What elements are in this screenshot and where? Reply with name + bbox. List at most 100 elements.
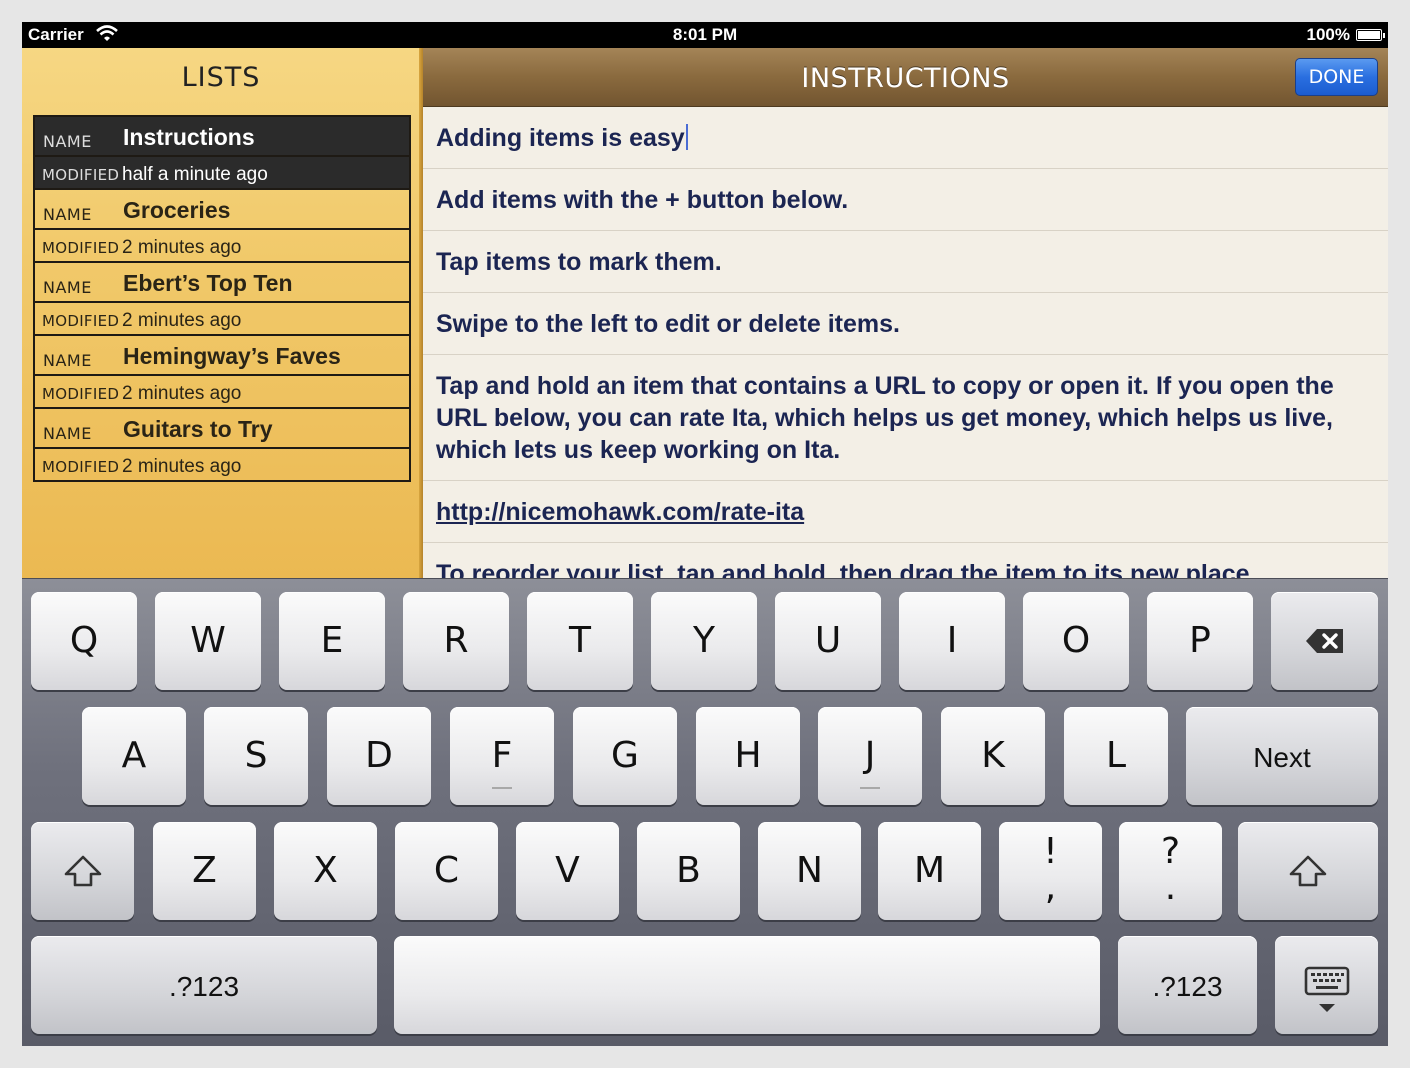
list-item-eberts-top-ten[interactable]: NAME Ebert’s Top Ten MODIFIED 2 minutes … xyxy=(33,261,411,336)
shift-icon xyxy=(31,822,134,887)
list-name: Ebert’s Top Ten xyxy=(123,270,293,296)
numbers-label: .?123 xyxy=(1152,971,1223,1002)
key-o[interactable]: O xyxy=(1023,592,1129,690)
lists-list: NAME Instructions MODIFIED half a minute… xyxy=(33,115,411,482)
backspace-key[interactable] xyxy=(1271,592,1378,690)
lists-panel: LISTS NAME Instructions MODIFIED half a … xyxy=(22,48,423,578)
list-name: Hemingway’s Faves xyxy=(123,343,341,369)
key-question-period[interactable]: ? . xyxy=(1119,822,1222,920)
item-text: Add items with the + button below. xyxy=(436,186,849,214)
key-bottom-label: , xyxy=(1044,867,1057,908)
backspace-icon xyxy=(1271,592,1378,654)
name-label: NAME xyxy=(43,424,92,443)
page-title: INSTRUCTIONS xyxy=(801,63,1010,94)
key-j[interactable]: J xyxy=(818,707,922,805)
list-item[interactable]: Swipe to the left to edit or delete item… xyxy=(423,293,1388,355)
home-row-bump xyxy=(860,787,880,789)
modified-label: MODIFIED xyxy=(42,166,120,184)
shift-key-right[interactable] xyxy=(1238,822,1378,920)
home-row-bump xyxy=(492,787,512,789)
numbers-key-right[interactable]: .?123 xyxy=(1118,936,1257,1034)
modified-label: MODIFIED xyxy=(42,458,120,476)
space-bar[interactable] xyxy=(394,936,1100,1034)
text-cursor xyxy=(685,124,688,150)
list-item[interactable]: Tap items to mark them. xyxy=(423,231,1388,293)
key-bottom-label: . xyxy=(1164,867,1177,908)
key-r[interactable]: R xyxy=(403,592,509,690)
list-modified: 2 minutes ago xyxy=(122,237,242,258)
key-y[interactable]: Y xyxy=(651,592,757,690)
list-item[interactable]: Add items with the + button below. xyxy=(423,169,1388,231)
status-bar: Carrier 8:01 PM 100% xyxy=(22,22,1388,48)
next-key[interactable]: Next xyxy=(1186,707,1378,805)
key-v[interactable]: V xyxy=(516,822,619,920)
key-i[interactable]: I xyxy=(899,592,1005,690)
key-f[interactable]: F xyxy=(450,707,554,805)
numbers-label: .?123 xyxy=(168,971,240,1002)
numbers-key-left[interactable]: .?123 xyxy=(31,936,377,1034)
key-x[interactable]: X xyxy=(274,822,377,920)
keyboard-dismiss-icon xyxy=(1275,936,1378,1016)
list-item[interactable]: Tap and hold an item that contains a URL… xyxy=(423,355,1388,481)
key-z[interactable]: Z xyxy=(153,822,256,920)
ipad-screen: Carrier 8:01 PM 100% LISTS NAME Instruct… xyxy=(22,22,1388,1046)
list-modified: 2 minutes ago xyxy=(122,310,242,331)
done-button[interactable]: DONE xyxy=(1295,58,1378,96)
modified-label: MODIFIED xyxy=(42,385,120,403)
key-a[interactable]: A xyxy=(82,707,186,805)
item-text: Tap and hold an item that contains a URL… xyxy=(436,372,1334,464)
list-name: Instructions xyxy=(123,124,255,150)
key-exclamation-comma[interactable]: ! , xyxy=(999,822,1102,920)
clock: 8:01 PM xyxy=(672,25,738,44)
item-text-input[interactable]: Adding items is easy xyxy=(436,124,685,152)
key-d[interactable]: D xyxy=(327,707,431,805)
list-item-guitars-to-try[interactable]: NAME Guitars to Try MODIFIED 2 minutes a… xyxy=(33,407,411,482)
key-k[interactable]: K xyxy=(941,707,1045,805)
key-label: J xyxy=(864,735,876,776)
list-name: Groceries xyxy=(123,197,231,223)
name-label: NAME xyxy=(43,351,92,370)
list-item-groceries[interactable]: NAME Groceries MODIFIED 2 minutes ago xyxy=(33,188,411,263)
detail-panel: INSTRUCTIONS DONE Adding items is easy A… xyxy=(423,48,1388,578)
list-item-editing[interactable]: Adding items is easy xyxy=(423,107,1388,169)
key-p[interactable]: P xyxy=(1147,592,1253,690)
key-h[interactable]: H xyxy=(696,707,800,805)
modified-label: MODIFIED xyxy=(42,312,120,330)
list-modified: 2 minutes ago xyxy=(122,383,242,404)
shift-key-left[interactable] xyxy=(31,822,134,920)
item-text: Swipe to the left to edit or delete item… xyxy=(436,310,900,338)
list-item-url[interactable]: http://nicemohawk.com/rate-ita xyxy=(423,481,1388,543)
items-list: Adding items is easy Add items with the … xyxy=(423,107,1388,578)
key-l[interactable]: L xyxy=(1064,707,1168,805)
list-item-instructions[interactable]: NAME Instructions MODIFIED half a minute… xyxy=(33,115,411,190)
list-item-hemingways-faves[interactable]: NAME Hemingway’s Faves MODIFIED 2 minute… xyxy=(33,334,411,409)
key-m[interactable]: M xyxy=(878,822,981,920)
key-q[interactable]: Q xyxy=(31,592,137,690)
list-name: Guitars to Try xyxy=(123,416,273,442)
key-b[interactable]: B xyxy=(637,822,740,920)
key-label: F xyxy=(491,735,513,776)
key-g[interactable]: G xyxy=(573,707,677,805)
dismiss-keyboard-key[interactable] xyxy=(1275,936,1378,1034)
list-item[interactable]: To reorder your list, tap and hold, then… xyxy=(423,543,1388,578)
key-top-label: ! xyxy=(1043,831,1058,872)
list-modified: half a minute ago xyxy=(122,164,268,185)
name-label: NAME xyxy=(43,205,92,224)
key-t[interactable]: T xyxy=(527,592,633,690)
rate-ita-link[interactable]: http://nicemohawk.com/rate-ita xyxy=(436,498,804,526)
name-label: NAME xyxy=(43,132,92,151)
lists-title: LISTS xyxy=(181,62,261,93)
navigation-bar: INSTRUCTIONS DONE xyxy=(423,48,1388,107)
key-s[interactable]: S xyxy=(204,707,308,805)
key-c[interactable]: C xyxy=(395,822,498,920)
name-label: NAME xyxy=(43,278,92,297)
key-top-label: ? xyxy=(1160,831,1181,872)
key-w[interactable]: W xyxy=(155,592,261,690)
modified-label: MODIFIED xyxy=(42,239,120,257)
battery-icon xyxy=(1356,29,1385,41)
key-e[interactable]: E xyxy=(279,592,385,690)
list-modified: 2 minutes ago xyxy=(122,456,242,477)
key-n[interactable]: N xyxy=(758,822,861,920)
next-label: Next xyxy=(1253,742,1311,773)
key-u[interactable]: U xyxy=(775,592,881,690)
